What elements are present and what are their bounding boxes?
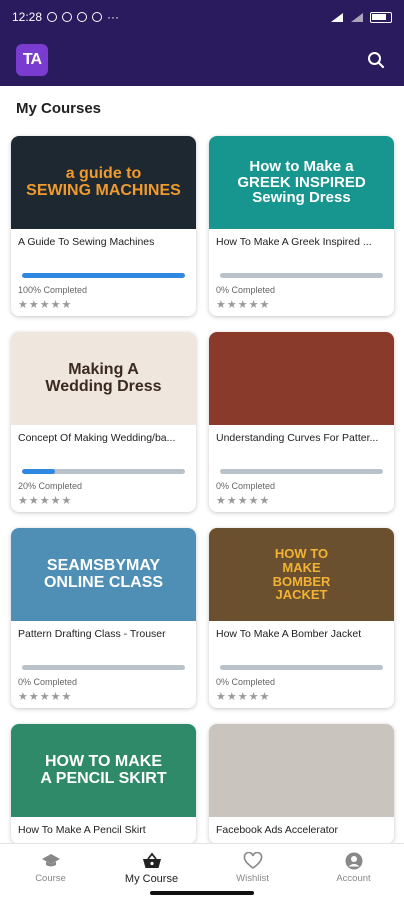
nav-label: Course [35,873,66,884]
progress-label: 0% Completed [216,481,276,491]
nav-label: My Course [124,873,179,885]
course-thumbnail: SEAMSBYMAY ONLINE CLASS [11,528,196,621]
progress-fill [22,469,55,474]
graduation-cap-icon [41,854,60,867]
progress-bar [22,665,185,670]
progress-label: 0% Completed [216,285,276,295]
course-card[interactable]: SEAMSBYMAY ONLINE CLASS Pattern Drafting… [11,528,196,708]
course-thumbnail: Making A Wedding Dress [11,332,196,425]
basket-icon [142,852,161,868]
progress-label: 20% Completed [18,481,83,491]
rating-stars: ★★★★★ [18,495,73,507]
course-card[interactable]: a guide to SEWING MACHINES A Guide To Se… [11,136,196,316]
thumbnail-text: a guide to SEWING MACHINES [26,164,181,199]
thumbnail-text: Making A Wedding Dress [45,360,162,395]
course-title: Understanding Curves For Patter... [216,432,379,444]
course-card[interactable]: Facebook Ads Accelerator [209,724,394,844]
nav-course[interactable]: Course [0,844,101,900]
course-title: Concept Of Making Wedding/ba... [18,432,176,444]
status-bar: 12:28 ··· [0,0,404,34]
search-icon [368,52,385,69]
course-card[interactable]: How to Make a GREEK INSPIRED Sewing Dres… [209,136,394,316]
course-card[interactable]: Making A Wedding Dress Concept Of Making… [11,332,196,512]
course-card[interactable]: HOW TO MAKE A PENCIL SKIRT How To Make A… [11,724,196,844]
thumbnail-text: HOW TO MAKE A PENCIL SKIRT [40,752,167,787]
more-notifications-icon: ··· [107,10,120,24]
progress-bar [220,665,383,670]
course-title: How To Make A Greek Inspired ... [216,236,372,248]
progress-label: 100% Completed [18,285,88,295]
course-thumbnail [209,724,394,817]
thumbnail-text: HOW TO MAKE BOMBER JACKET [272,546,331,603]
app-logo[interactable]: TA [16,44,48,76]
progress-label: 0% Completed [216,677,276,687]
notification-icon [92,12,103,22]
course-title: A Guide To Sewing Machines [18,236,155,248]
nav-label: Wishlist [236,873,269,884]
progress-label: 0% Completed [18,677,78,687]
whatsapp-icon [62,12,73,22]
heart-icon [243,852,262,869]
rating-stars: ★★★★★ [216,691,271,703]
course-title: Facebook Ads Accelerator [216,824,338,836]
course-thumbnail: HOW TO MAKE A PENCIL SKIRT [11,724,196,817]
course-title: How To Make A Bomber Jacket [216,628,362,640]
course-thumbnail: HOW TO MAKE BOMBER JACKET [209,528,394,621]
thumbnail-text: How to Make a GREEK INSPIRED Sewing Dres… [237,157,366,207]
course-grid: a guide to SEWING MACHINES A Guide To Se… [11,136,395,844]
course-thumbnail [209,332,394,425]
rating-stars: ★★★★★ [18,299,73,311]
course-thumbnail: How to Make a GREEK INSPIRED Sewing Dres… [209,136,394,229]
progress-bar [220,273,383,278]
progress-bar [220,469,383,474]
battery-icon [370,11,392,23]
course-thumbnail: a guide to SEWING MACHINES [11,136,196,229]
status-time: 12:28 [12,10,43,24]
app-bar: TA [0,34,404,86]
whatsapp-icon [77,12,88,22]
course-title: Pattern Drafting Class - Trouser [18,628,166,640]
nav-account[interactable]: Account [303,844,404,900]
signal-icon [331,12,343,22]
rating-stars: ★★★★★ [18,691,73,703]
account-icon [345,852,362,870]
nav-label: Account [336,873,371,884]
course-card[interactable]: Understanding Curves For Patter... 0% Co… [209,332,394,512]
progress-fill [22,273,185,278]
page-title: My Courses [16,100,102,117]
course-title: How To Make A Pencil Skirt [18,824,146,836]
search-button[interactable] [364,48,388,72]
thumbnail-text: SEAMSBYMAY ONLINE CLASS [43,556,164,591]
progress-bar [22,273,185,278]
home-indicator [150,891,254,895]
notification-icon [47,12,58,22]
progress-bar [22,469,185,474]
signal-icon [351,12,363,22]
rating-stars: ★★★★★ [216,299,271,311]
rating-stars: ★★★★★ [216,495,271,507]
course-card[interactable]: HOW TO MAKE BOMBER JACKET How To Make A … [209,528,394,708]
